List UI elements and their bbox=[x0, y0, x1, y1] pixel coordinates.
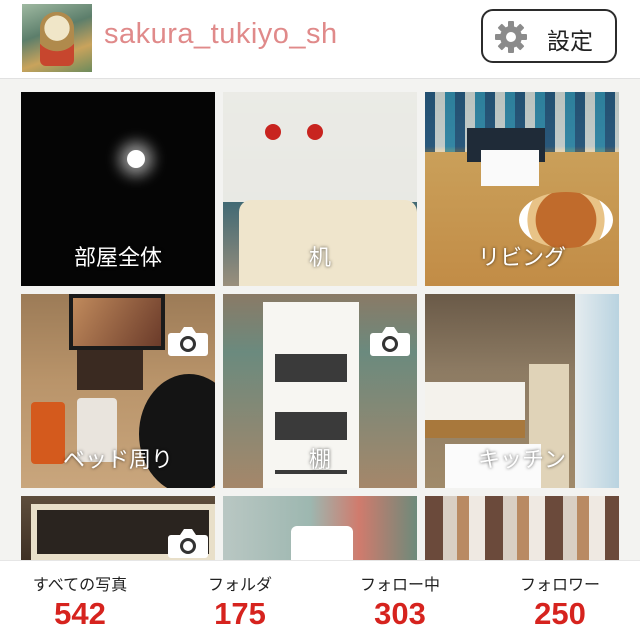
folder-label: ベッド周り bbox=[62, 448, 173, 473]
folder-label: リビング bbox=[477, 246, 566, 271]
gear-icon bbox=[495, 21, 527, 53]
folder-label: 部屋全体 bbox=[73, 246, 162, 271]
photo-tv bbox=[69, 294, 165, 350]
folder-tile-living[interactable]: リビング bbox=[425, 92, 619, 286]
folder-tile-shelf[interactable]: 棚 bbox=[223, 294, 417, 488]
stat-all-photos[interactable]: すべての写真 542 bbox=[0, 561, 160, 641]
stat-value: 250 bbox=[534, 596, 586, 631]
folder-tile-7[interactable] bbox=[21, 496, 215, 560]
stat-label: フォロー中 bbox=[359, 575, 440, 594]
stat-followers[interactable]: フォロワー 250 bbox=[480, 561, 640, 641]
stat-label: すべての写真 bbox=[32, 575, 128, 594]
profile-stats-bar: すべての写真 542 フォルダ 175 フォロー中 303 フォロワー 250 bbox=[0, 560, 640, 641]
photo-card bbox=[291, 526, 353, 560]
folder-tile-kitchen[interactable]: キッチン bbox=[425, 294, 619, 488]
folder-tile-9[interactable] bbox=[425, 496, 619, 560]
folder-label: 机 bbox=[308, 246, 331, 271]
folder-tile-room[interactable]: 部屋全体 bbox=[21, 92, 215, 286]
photo-shelf bbox=[77, 350, 143, 390]
settings-label: 設定 bbox=[547, 29, 593, 55]
username[interactable]: sakura_tukiyo_sh bbox=[104, 18, 338, 51]
stat-label: フォルダ bbox=[207, 575, 272, 594]
stat-value: 542 bbox=[54, 596, 106, 631]
profile-header: sakura_tukiyo_sh 設定 bbox=[0, 0, 640, 79]
photo-earring bbox=[307, 124, 323, 140]
stat-value: 303 bbox=[374, 596, 426, 631]
stat-value: 175 bbox=[214, 596, 266, 631]
stat-following[interactable]: フォロー中 303 bbox=[320, 561, 480, 641]
folder-tile-8[interactable] bbox=[223, 496, 417, 560]
avatar-figure bbox=[40, 12, 74, 66]
folder-label: 棚 bbox=[308, 448, 331, 473]
stat-label: フォロワー bbox=[519, 575, 600, 594]
photo-earring bbox=[265, 124, 281, 140]
photo-lattice bbox=[223, 92, 417, 202]
settings-button[interactable]: 設定 bbox=[481, 9, 617, 63]
folder-grid: 部屋全体 机 リビング ベッド周り 棚 キッチン bbox=[0, 80, 640, 560]
camera-icon bbox=[370, 327, 410, 356]
photo-light bbox=[127, 150, 145, 168]
photo-tissue-box bbox=[481, 150, 539, 186]
stat-folders[interactable]: フォルダ 175 bbox=[160, 561, 320, 641]
folder-tile-bedside[interactable]: ベッド周り bbox=[21, 294, 215, 488]
avatar[interactable] bbox=[22, 4, 92, 72]
folder-label: キッチン bbox=[477, 448, 566, 473]
camera-icon bbox=[168, 529, 208, 558]
photo-basket bbox=[425, 382, 525, 438]
camera-icon bbox=[168, 327, 208, 356]
folder-tile-desk[interactable]: 机 bbox=[223, 92, 417, 286]
